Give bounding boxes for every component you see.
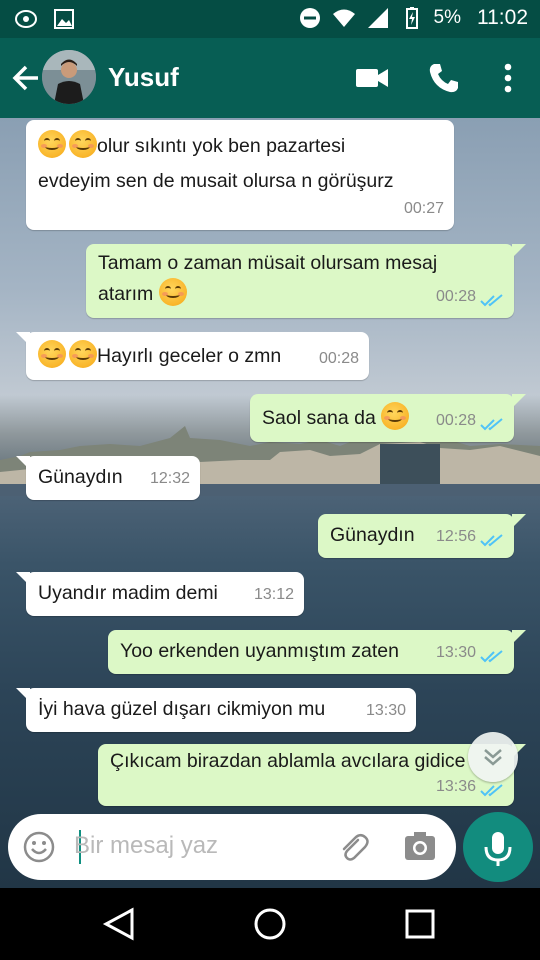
message-text: evdeyim sen de musait olursa n görüşurz: [38, 170, 394, 192]
message-text: Tamam o zaman müsait olursam mesaj: [98, 252, 438, 274]
message-text: Günaydın: [330, 524, 415, 546]
back-triangle-icon[interactable]: [100, 906, 140, 942]
message-outgoing[interactable]: Günaydın 12:56: [318, 514, 514, 558]
double-check-read-icon: [480, 784, 503, 797]
contact-name[interactable]: Yusuf: [108, 62, 179, 93]
message-composer: Bir mesaj yaz: [8, 814, 456, 880]
message-text: olur sıkıntı yok ben pazartesi: [97, 135, 346, 157]
message-time: 00:28: [435, 412, 476, 429]
camera-icon[interactable]: [402, 830, 438, 864]
chat-header: Yusuf: [0, 38, 540, 118]
message-text: atarım: [98, 283, 154, 305]
message-time: 00:28: [318, 350, 359, 367]
message-text: Saol sana da: [262, 407, 376, 429]
double-chevron-down-icon: [484, 749, 502, 766]
message-time: 13:30: [365, 702, 406, 719]
smiling-face-emoji-icon: [69, 130, 97, 158]
notification-app-icon: [15, 10, 37, 28]
message-time: 00:27: [403, 200, 444, 217]
smiling-face-emoji-icon: [38, 340, 66, 368]
double-check-read-icon: [480, 534, 503, 547]
message-text: Hayırlı geceler o zmn: [97, 345, 282, 367]
message-incoming[interactable]: Hayırlı geceler o zmn 00:28: [26, 332, 369, 380]
message-text: İyi hava güzel dışarı cikmiyon mu: [38, 698, 326, 720]
more-vert-icon[interactable]: [490, 60, 526, 96]
emoji-icon[interactable]: [22, 830, 56, 864]
scroll-to-bottom-button[interactable]: [468, 732, 518, 782]
message-text: Yoo erkenden uyanmıştım zaten: [120, 640, 399, 662]
message-time: 13:12: [253, 586, 294, 603]
chat-area[interactable]: olur sıkıntı yok ben pazartesi evdeyim s…: [0, 118, 540, 888]
message-outgoing[interactable]: Saol sana da 00:28: [250, 394, 514, 442]
system-navigation-bar: [0, 888, 540, 960]
message-outgoing[interactable]: Yoo erkenden uyanmıştım zaten 13:30: [108, 630, 514, 674]
do-not-disturb-icon: [299, 8, 320, 28]
smiling-face-emoji-icon: [381, 402, 410, 430]
battery-level: 5%: [433, 7, 461, 28]
message-incoming[interactable]: Günaydın 12:32: [26, 456, 200, 500]
message-outgoing[interactable]: Çıkıcam birazdan ablamla avcılara gidice…: [98, 744, 514, 806]
video-call-icon[interactable]: [354, 60, 390, 96]
message-incoming[interactable]: olur sıkıntı yok ben pazartesi evdeyim s…: [26, 120, 454, 230]
message-outgoing[interactable]: Tamam o zaman müsait olursam mesaj atarı…: [86, 244, 514, 318]
phone-icon[interactable]: [426, 60, 462, 96]
wifi-icon: [332, 9, 355, 27]
clock: 11:02: [477, 6, 528, 29]
smiling-face-emoji-icon: [69, 340, 97, 368]
double-check-read-icon: [480, 294, 503, 307]
double-check-read-icon: [480, 650, 503, 663]
message-time: 12:32: [149, 470, 190, 487]
message-text: Çıkıcam birazdan ablamla avcılara gidice: [110, 750, 466, 772]
avatar[interactable]: [42, 50, 96, 104]
battery-charging-icon: [405, 7, 418, 29]
message-text: Uyandır madim demi: [38, 582, 218, 604]
image-notification-icon: [54, 9, 74, 29]
smiling-face-emoji-icon: [38, 130, 66, 158]
arrow-left-icon[interactable]: [8, 58, 44, 98]
status-bar: 5% 11:02: [0, 0, 540, 38]
message-time: 00:28: [435, 288, 476, 305]
voice-message-button[interactable]: [463, 812, 533, 882]
message-incoming[interactable]: Uyandır madim demi 13:12: [26, 572, 304, 616]
signal-icon: [367, 8, 388, 28]
message-time: 13:30: [435, 644, 476, 661]
message-time: 12:56: [435, 528, 476, 545]
microphone-icon: [484, 832, 512, 866]
message-incoming[interactable]: İyi hava güzel dışarı cikmiyon mu 13:30: [26, 688, 416, 732]
home-circle-icon[interactable]: [250, 904, 290, 944]
message-text: Günaydın: [38, 466, 123, 488]
attachment-icon[interactable]: [336, 830, 372, 866]
double-check-read-icon: [480, 418, 503, 431]
message-input[interactable]: Bir mesaj yaz: [74, 832, 218, 860]
recents-square-icon[interactable]: [402, 906, 438, 942]
smiling-face-emoji-icon: [158, 278, 187, 306]
